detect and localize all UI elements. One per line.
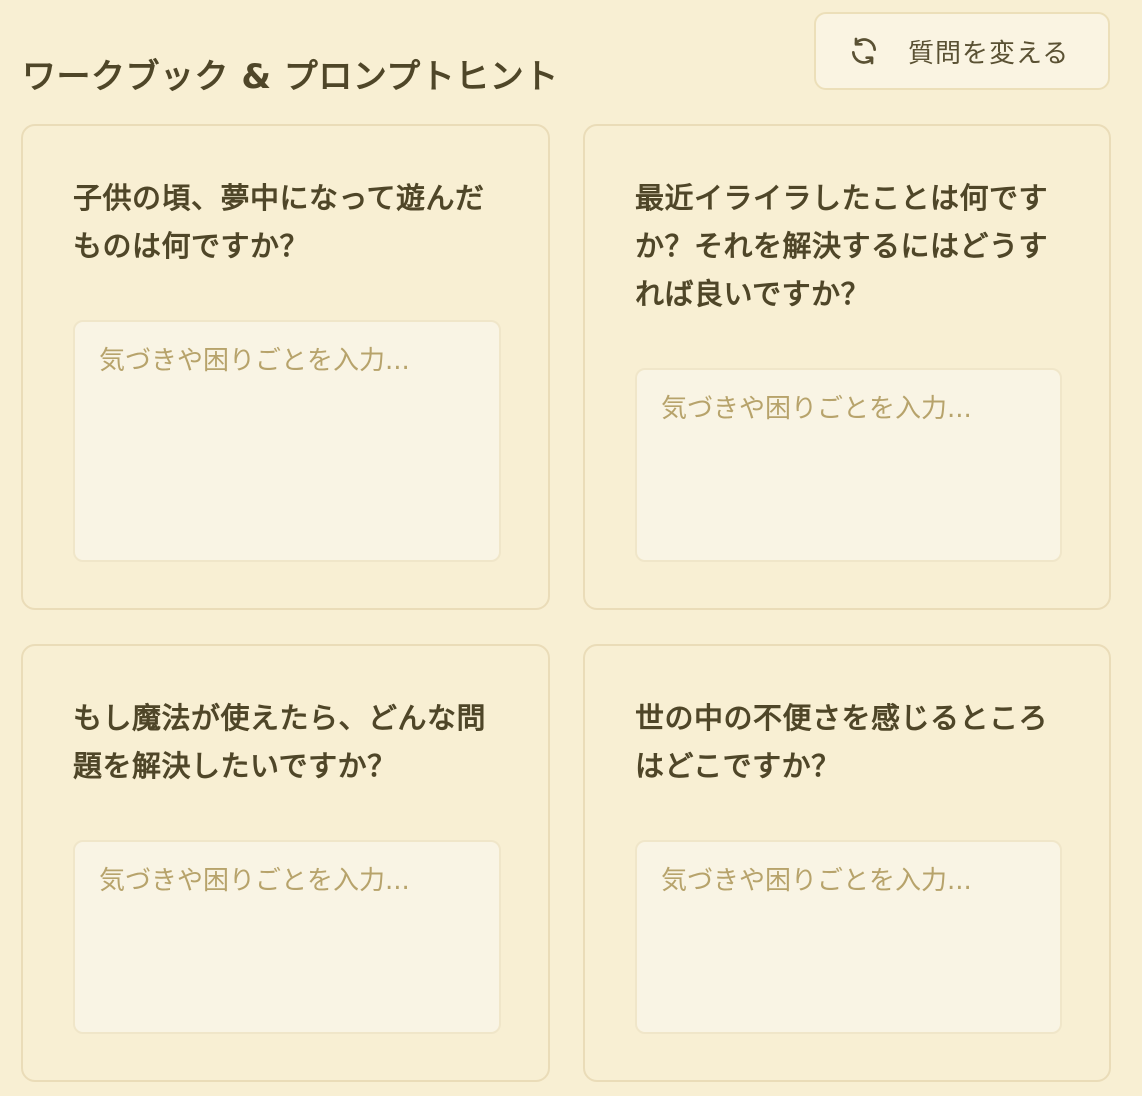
change-question-button[interactable]: 質問を変える — [814, 12, 1110, 90]
question-text: 子供の頃、夢中になって遊んだものは何ですか？ — [73, 181, 485, 263]
page-title: ワークブック & プロンプトヒント — [22, 56, 559, 97]
answer-input[interactable] — [73, 320, 501, 562]
workbook-page: ワークブック & プロンプトヒント 質問を変える 子供の頃、夢中になって遊んだも… — [0, 0, 1142, 1096]
question-text: 世の中の不便さを感じるところはどこですか？ — [635, 701, 1049, 783]
question-card: 世の中の不便さを感じるところはどこですか？ — [583, 644, 1111, 1082]
question-card: 最近イライラしたことは何ですか？それを解決するにはどうすれば良いですか？ — [583, 124, 1111, 610]
question-text: もし魔法が使えたら、どんな問題を解決したいですか？ — [73, 701, 487, 783]
question-text: 最近イライラしたことは何ですか？それを解決するにはどうすれば良いですか？ — [635, 181, 1049, 311]
answer-input[interactable] — [635, 368, 1062, 562]
answer-input[interactable] — [73, 840, 501, 1034]
refresh-icon — [848, 35, 880, 67]
change-question-label: 質問を変える — [908, 37, 1070, 68]
answer-input[interactable] — [635, 840, 1062, 1034]
question-card: もし魔法が使えたら、どんな問題を解決したいですか？ — [21, 644, 550, 1082]
question-card: 子供の頃、夢中になって遊んだものは何ですか？ — [21, 124, 550, 610]
